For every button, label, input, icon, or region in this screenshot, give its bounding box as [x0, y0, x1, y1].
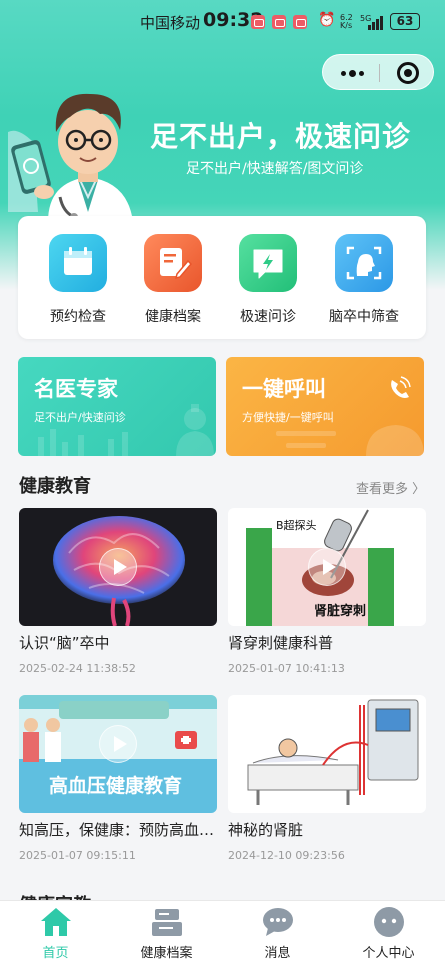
calendar-icon: [49, 234, 107, 292]
message-icon: [262, 907, 294, 937]
article-card[interactable]: B超探头 肾脏穿刺 肾穿刺健康科普 2025-01-07 10:41:13: [228, 508, 426, 675]
doctor-illustration: [8, 93, 133, 222]
close-miniprogram-icon[interactable]: [397, 62, 419, 84]
promo-expert-doctor[interactable]: 名医专家 足不出户/快速问诊: [18, 357, 216, 456]
quick-action-stroke-screening[interactable]: 脑卒中筛查: [314, 234, 414, 326]
play-icon: [308, 548, 346, 586]
view-more-link[interactable]: 查看更多 〉: [356, 478, 425, 497]
carrier-label: 中国移动: [140, 14, 201, 32]
hero-title: 足不出户，极速问诊: [150, 120, 412, 153]
quick-action-health-record[interactable]: 健康档案: [123, 234, 223, 326]
quick-action-label: 脑卒中筛查: [329, 309, 399, 325]
tab-health-record[interactable]: 健康档案: [111, 907, 222, 961]
tab-label: 个人中心: [362, 946, 415, 961]
image-label: B超探头: [276, 519, 317, 532]
quick-action-label: 预约检查: [50, 309, 106, 325]
phone-illustration: [276, 376, 424, 456]
article-title: 肾穿刺健康科普: [228, 634, 334, 652]
tab-profile[interactable]: 个人中心: [333, 907, 444, 961]
play-icon: [99, 548, 137, 586]
notification-icon: [251, 15, 265, 29]
play-icon: [99, 725, 137, 763]
article-title: 认识“脑”卒中: [19, 634, 110, 652]
alarm-icon: ⏰: [318, 12, 336, 28]
user-icon: [373, 907, 405, 937]
hero-subtitle: 足不出户/快速解答/图文问诊: [186, 161, 364, 177]
more-icon[interactable]: [337, 64, 367, 82]
article-thumbnail: [19, 508, 217, 626]
promo-title: 名医专家: [34, 377, 118, 401]
notification-icon: [293, 15, 307, 29]
image-label: 高血压健康教育: [49, 775, 183, 797]
quick-actions-card: 预约检查 健康档案 极速问诊 脑卒中筛查: [18, 216, 426, 339]
promo-subtitle: 方便快捷/一键呼叫: [242, 411, 334, 424]
promo-subtitle: 足不出户/快速问诊: [34, 411, 126, 424]
head-scan-icon: [335, 234, 393, 292]
network-speed: 6.2 K/s: [340, 13, 353, 30]
image-label: 肾脏穿刺: [314, 604, 367, 619]
tab-messages[interactable]: 消息: [222, 907, 333, 961]
tab-label: 首页: [42, 946, 69, 961]
article-card[interactable]: 认识“脑”卒中 2025-02-24 11:38:52: [19, 508, 217, 675]
home-icon: [40, 907, 72, 937]
section-title-education: 健康教育: [19, 476, 91, 497]
article-date: 2024-12-10 09:23:56: [228, 849, 345, 862]
battery-indicator: 63: [390, 13, 420, 30]
flash-chat-icon: [239, 234, 297, 292]
tab-label: 健康档案: [140, 946, 193, 961]
quick-action-appointment[interactable]: 预约检查: [28, 234, 128, 326]
article-title: 知高压，保健康：预防高血压，从我做起: [19, 821, 217, 839]
status-bar: 中国移动 09:32 ⏰ 6.2 K/s 5G 63: [0, 9, 445, 36]
article-date: 2025-02-24 11:38:52: [19, 662, 136, 675]
edit-document-icon: [144, 234, 202, 292]
article-title: 神秘的肾脏: [228, 821, 304, 839]
article-date: 2025-01-07 09:15:11: [19, 849, 136, 862]
bottom-tab-bar: 首页 健康档案 消息 个人中心: [0, 900, 445, 964]
article-card[interactable]: 高血压健康教育 知高压，保健康：预防高血压，从我做起 2025-01-07 09…: [19, 695, 217, 862]
article-card[interactable]: 神秘的肾脏 2024-12-10 09:23:56: [228, 695, 426, 862]
quick-action-label: 健康档案: [145, 309, 201, 325]
article-thumbnail: B超探头 肾脏穿刺: [228, 508, 426, 626]
archive-icon: [151, 907, 183, 937]
article-date: 2025-01-07 10:41:13: [228, 662, 345, 675]
article-thumbnail: 高血压健康教育: [19, 695, 217, 813]
article-thumbnail: [228, 695, 426, 813]
expert-doctor-illustration: [38, 404, 214, 456]
tab-label: 消息: [264, 946, 291, 961]
promo-title: 一键呼叫: [242, 377, 326, 401]
signal-icon: [366, 16, 386, 30]
tab-home[interactable]: 首页: [0, 907, 111, 961]
miniprogram-capsule: [322, 54, 434, 90]
quick-action-label: 极速问诊: [240, 309, 296, 325]
promo-one-key-call[interactable]: 一键呼叫 方便快捷/一键呼叫: [226, 357, 424, 456]
quick-action-fast-consult[interactable]: 极速问诊: [218, 234, 318, 326]
notification-icon: [272, 15, 286, 29]
